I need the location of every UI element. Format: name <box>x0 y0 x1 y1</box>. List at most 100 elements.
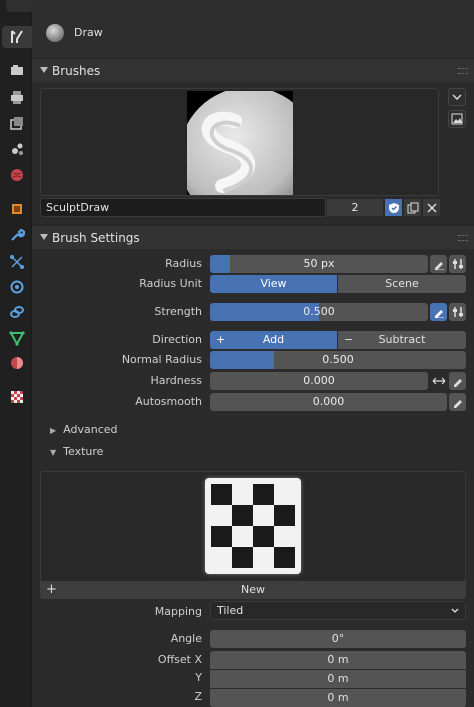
brushes-panel-header[interactable]: Brushes <box>32 58 474 82</box>
particles-tab-icon[interactable] <box>5 251 29 273</box>
offset-y-field[interactable]: 0 m <box>210 670 466 688</box>
advanced-label: Advanced <box>63 423 118 436</box>
add-plus-icon: + <box>216 333 226 346</box>
scene-tab-icon[interactable] <box>5 138 29 160</box>
brush-name-field[interactable]: SculptDraw <box>40 198 326 217</box>
output-tab-icon[interactable] <box>5 86 29 108</box>
checker-grid <box>211 484 295 568</box>
checker-cell <box>274 484 295 505</box>
checker-cell <box>211 505 232 526</box>
physics-tab-icon[interactable] <box>5 276 29 298</box>
expand-triangle-icon: ▶ <box>50 426 57 435</box>
checker-cell <box>232 505 253 526</box>
collapse-triangle-icon <box>40 234 48 240</box>
hardness-slider[interactable]: 0.000 <box>210 372 428 390</box>
direction-label: Direction <box>152 333 202 346</box>
data-tab-icon[interactable] <box>5 327 29 349</box>
strength-slider[interactable]: 0.500 <box>210 303 428 321</box>
angle-label: Angle <box>170 632 202 645</box>
view-layer-tab-icon[interactable] <box>5 112 29 134</box>
strength-value: 0.500 <box>303 305 335 318</box>
advanced-subpanel-header[interactable]: ▶ Advanced <box>50 423 118 436</box>
texture-tab-icon[interactable] <box>5 386 29 408</box>
checker-cell <box>253 547 274 568</box>
subtract-minus-icon: − <box>344 333 354 346</box>
autosmooth-slider[interactable]: 0.000 <box>210 393 447 411</box>
brush-settings-panel-title: Brush Settings <box>52 231 140 245</box>
autosmooth-label: Autosmooth <box>135 395 202 408</box>
checker-cell <box>253 484 274 505</box>
hardness-label: Hardness <box>150 374 202 387</box>
chevron-down-icon <box>451 608 459 613</box>
normal-radius-slider[interactable]: 0.500 <box>210 351 466 369</box>
autosmooth-pressure-pen-icon[interactable] <box>449 393 466 411</box>
texture-subpanel-header[interactable]: ▼ Texture <box>50 445 103 458</box>
radius-slider[interactable]: 50 px <box>210 255 428 273</box>
mapping-label: Mapping <box>154 605 202 618</box>
offset-z-label: Z <box>194 690 202 703</box>
radius-curve-settings-icon[interactable] <box>449 255 466 273</box>
collapse-triangle-icon <box>40 67 48 73</box>
offset-x-field[interactable]: 0 m <box>210 651 466 669</box>
drag-grip-icon[interactable] <box>458 235 468 241</box>
collapse-triangle-icon: ▼ <box>50 448 57 457</box>
brush-user-count[interactable]: 2 <box>326 198 384 217</box>
brush-icon <box>46 24 64 42</box>
material-tab-icon[interactable] <box>5 352 29 374</box>
direction-add-label: Add <box>262 333 285 346</box>
strength-label: Strength <box>154 305 202 318</box>
render-tab-icon[interactable] <box>5 59 29 81</box>
radius-unit-scene-option[interactable]: Scene <box>338 275 466 293</box>
object-tab-icon[interactable] <box>5 198 29 220</box>
brush-settings-panel-header[interactable]: Brush Settings <box>32 225 474 249</box>
modifiers-tab-icon[interactable] <box>5 224 29 246</box>
direction-subtract-label: Subtract <box>378 333 426 346</box>
tool-tab-icon[interactable] <box>2 26 32 48</box>
unlink-brush-close-icon[interactable] <box>422 198 441 217</box>
properties-tab-bar <box>0 0 42 707</box>
checker-cell <box>232 484 253 505</box>
brush-image-icon[interactable] <box>448 110 466 128</box>
checker-texture-thumbnail[interactable] <box>205 478 301 574</box>
brushes-panel-title: Brushes <box>52 64 101 78</box>
strength-pressure-pen-icon[interactable] <box>430 303 447 321</box>
radius-unit-label: Radius Unit <box>139 277 202 290</box>
normal-radius-value: 0.500 <box>322 353 354 366</box>
world-tab-icon[interactable] <box>5 164 29 186</box>
checker-cell <box>274 505 295 526</box>
autosmooth-value: 0.000 <box>312 395 345 408</box>
hardness-invert-arrows-icon[interactable] <box>430 372 447 390</box>
constraints-tab-icon[interactable] <box>5 301 29 323</box>
strength-curve-settings-icon[interactable] <box>449 303 466 321</box>
brush-thumbnail[interactable] <box>187 91 293 195</box>
mapping-value: Tiled <box>217 604 244 617</box>
angle-field[interactable]: 0° <box>210 630 466 648</box>
new-texture-button[interactable]: + New <box>40 581 466 599</box>
direction-add-option[interactable]: + Add <box>210 331 337 349</box>
radius-unit-view-option[interactable]: View <box>210 275 337 293</box>
checker-cell <box>232 547 253 568</box>
checker-cell <box>253 526 274 547</box>
checker-cell <box>211 547 232 568</box>
texture-label: Texture <box>63 445 104 458</box>
checker-cell <box>274 526 295 547</box>
active-brush-name: Draw <box>74 26 103 39</box>
radius-value: 50 px <box>303 257 335 270</box>
checker-cell <box>274 547 295 568</box>
new-texture-label: New <box>241 583 265 596</box>
mapping-dropdown[interactable]: Tiled <box>210 601 466 620</box>
radius-pressure-pen-icon[interactable] <box>430 255 447 273</box>
drag-grip-icon[interactable] <box>458 68 468 74</box>
offset-z-field[interactable]: 0 m <box>210 689 466 707</box>
checker-cell <box>211 526 232 547</box>
hardness-pressure-pen-icon[interactable] <box>449 372 466 390</box>
brush-list-dropdown-button[interactable] <box>448 88 466 106</box>
checker-cell <box>232 526 253 547</box>
hardness-value: 0.000 <box>303 374 335 387</box>
direction-subtract-option[interactable]: − Subtract <box>338 331 466 349</box>
duplicate-brush-icon[interactable] <box>403 198 422 217</box>
fake-user-shield-icon[interactable] <box>384 198 403 217</box>
checker-cell <box>211 484 232 505</box>
plus-icon: + <box>46 582 57 597</box>
normal-radius-label: Normal Radius <box>121 353 202 366</box>
